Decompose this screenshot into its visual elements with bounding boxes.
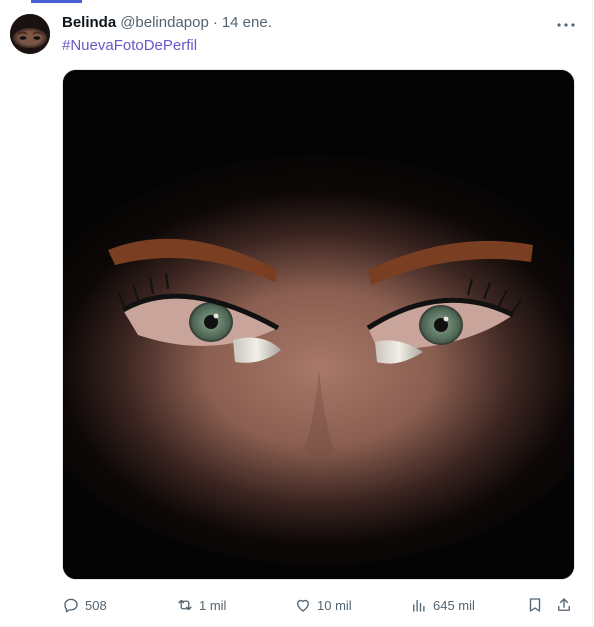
more-horizontal-icon: [557, 23, 575, 27]
avatar-image: [10, 14, 50, 54]
author-handle[interactable]: @belindapop: [120, 14, 209, 31]
views-button[interactable]: 645 mil: [410, 594, 475, 616]
active-tab-indicator: [31, 0, 82, 3]
author-name[interactable]: Belinda: [62, 14, 116, 31]
reply-count: 508: [85, 597, 107, 613]
heart-icon: [297, 599, 309, 612]
views-count: 645 mil: [433, 597, 475, 613]
bookmark-button[interactable]: [526, 594, 544, 616]
repost-icon: [178, 599, 192, 611]
separator: ·: [212, 14, 218, 31]
post-hashtag-link[interactable]: #NuevaFotoDePerfil: [62, 37, 197, 54]
repost-count: 1 mil: [199, 597, 227, 613]
reply-icon: [64, 598, 78, 613]
bookmark-icon: [529, 598, 541, 612]
post-actions-bar: 508 1 mil 10 mil 645 mil: [62, 594, 582, 616]
avatar[interactable]: [10, 14, 50, 54]
share-button[interactable]: [555, 594, 573, 616]
timeline-border: [592, 0, 593, 627]
post-date[interactable]: 14 ene.: [222, 14, 272, 31]
post-image[interactable]: [62, 69, 575, 580]
share-icon: [558, 598, 570, 611]
like-count: 10 mil: [317, 597, 352, 613]
views-chart-icon: [413, 599, 425, 612]
eyes-photo: [63, 70, 574, 579]
more-options-button[interactable]: [556, 16, 576, 34]
reply-button[interactable]: 508: [62, 594, 107, 616]
repost-button[interactable]: 1 mil: [176, 594, 226, 616]
post-header: Belinda @belindapop · 14 ene.: [62, 14, 272, 34]
like-button[interactable]: 10 mil: [294, 594, 352, 616]
